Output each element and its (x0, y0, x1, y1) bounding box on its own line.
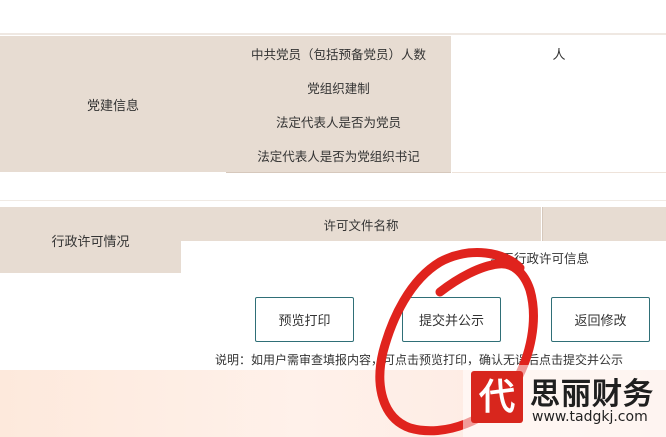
legal-rep-is-secretary-label: 法定代表人是否为党组织书记 (226, 138, 451, 173)
party-org-structure-row: 党组织建制 (226, 70, 666, 105)
admin-license-section: 行政许可情况 许可文件名称 暂无行政许可信息 (0, 207, 666, 273)
back-edit-button[interactable]: 返回修改 (551, 297, 650, 342)
divider (0, 33, 666, 35)
legal-rep-is-member-row: 法定代表人是否为党员 (226, 104, 666, 139)
legal-rep-is-secretary-value (452, 138, 666, 173)
party-org-structure-value (452, 70, 666, 105)
previous-section-bottom (0, 0, 666, 34)
party-member-count-value: 人 (452, 36, 666, 71)
party-building-label: 党建信息 (0, 36, 226, 172)
brand-name: 思丽财务 (530, 377, 654, 412)
legal-rep-is-member-value (452, 104, 666, 139)
party-building-section: 党建信息 中共党员（包括预备党员）人数 人 党组织建制 法定代表人是否为党员 法… (0, 36, 666, 173)
license-extra-header (542, 207, 666, 241)
divider (0, 200, 666, 201)
license-empty-text: 暂无行政许可信息 (489, 250, 590, 266)
admin-license-label: 行政许可情况 (0, 207, 181, 273)
legal-rep-is-member-label: 法定代表人是否为党员 (226, 104, 451, 139)
brand-logo-icon: 代 (471, 371, 523, 423)
preview-print-button[interactable]: 预览打印 (255, 297, 354, 342)
party-org-structure-label: 党组织建制 (226, 70, 451, 105)
logo-glyph: 代 (478, 376, 515, 418)
license-doc-name-header: 许可文件名称 (181, 207, 541, 241)
party-member-count-row: 中共党员（包括预备党员）人数 人 (226, 36, 666, 71)
party-member-count-label: 中共党员（包括预备党员）人数 (226, 36, 451, 71)
submit-publish-button[interactable]: 提交并公示 (402, 297, 501, 342)
brand-url: www.tadgkj.com (532, 409, 648, 425)
watermark: 代 思丽财务 www.tadgkj.com (463, 365, 666, 437)
license-empty-row: 暂无行政许可信息 (181, 241, 666, 273)
legal-rep-is-secretary-row: 法定代表人是否为党组织书记 (226, 138, 666, 173)
